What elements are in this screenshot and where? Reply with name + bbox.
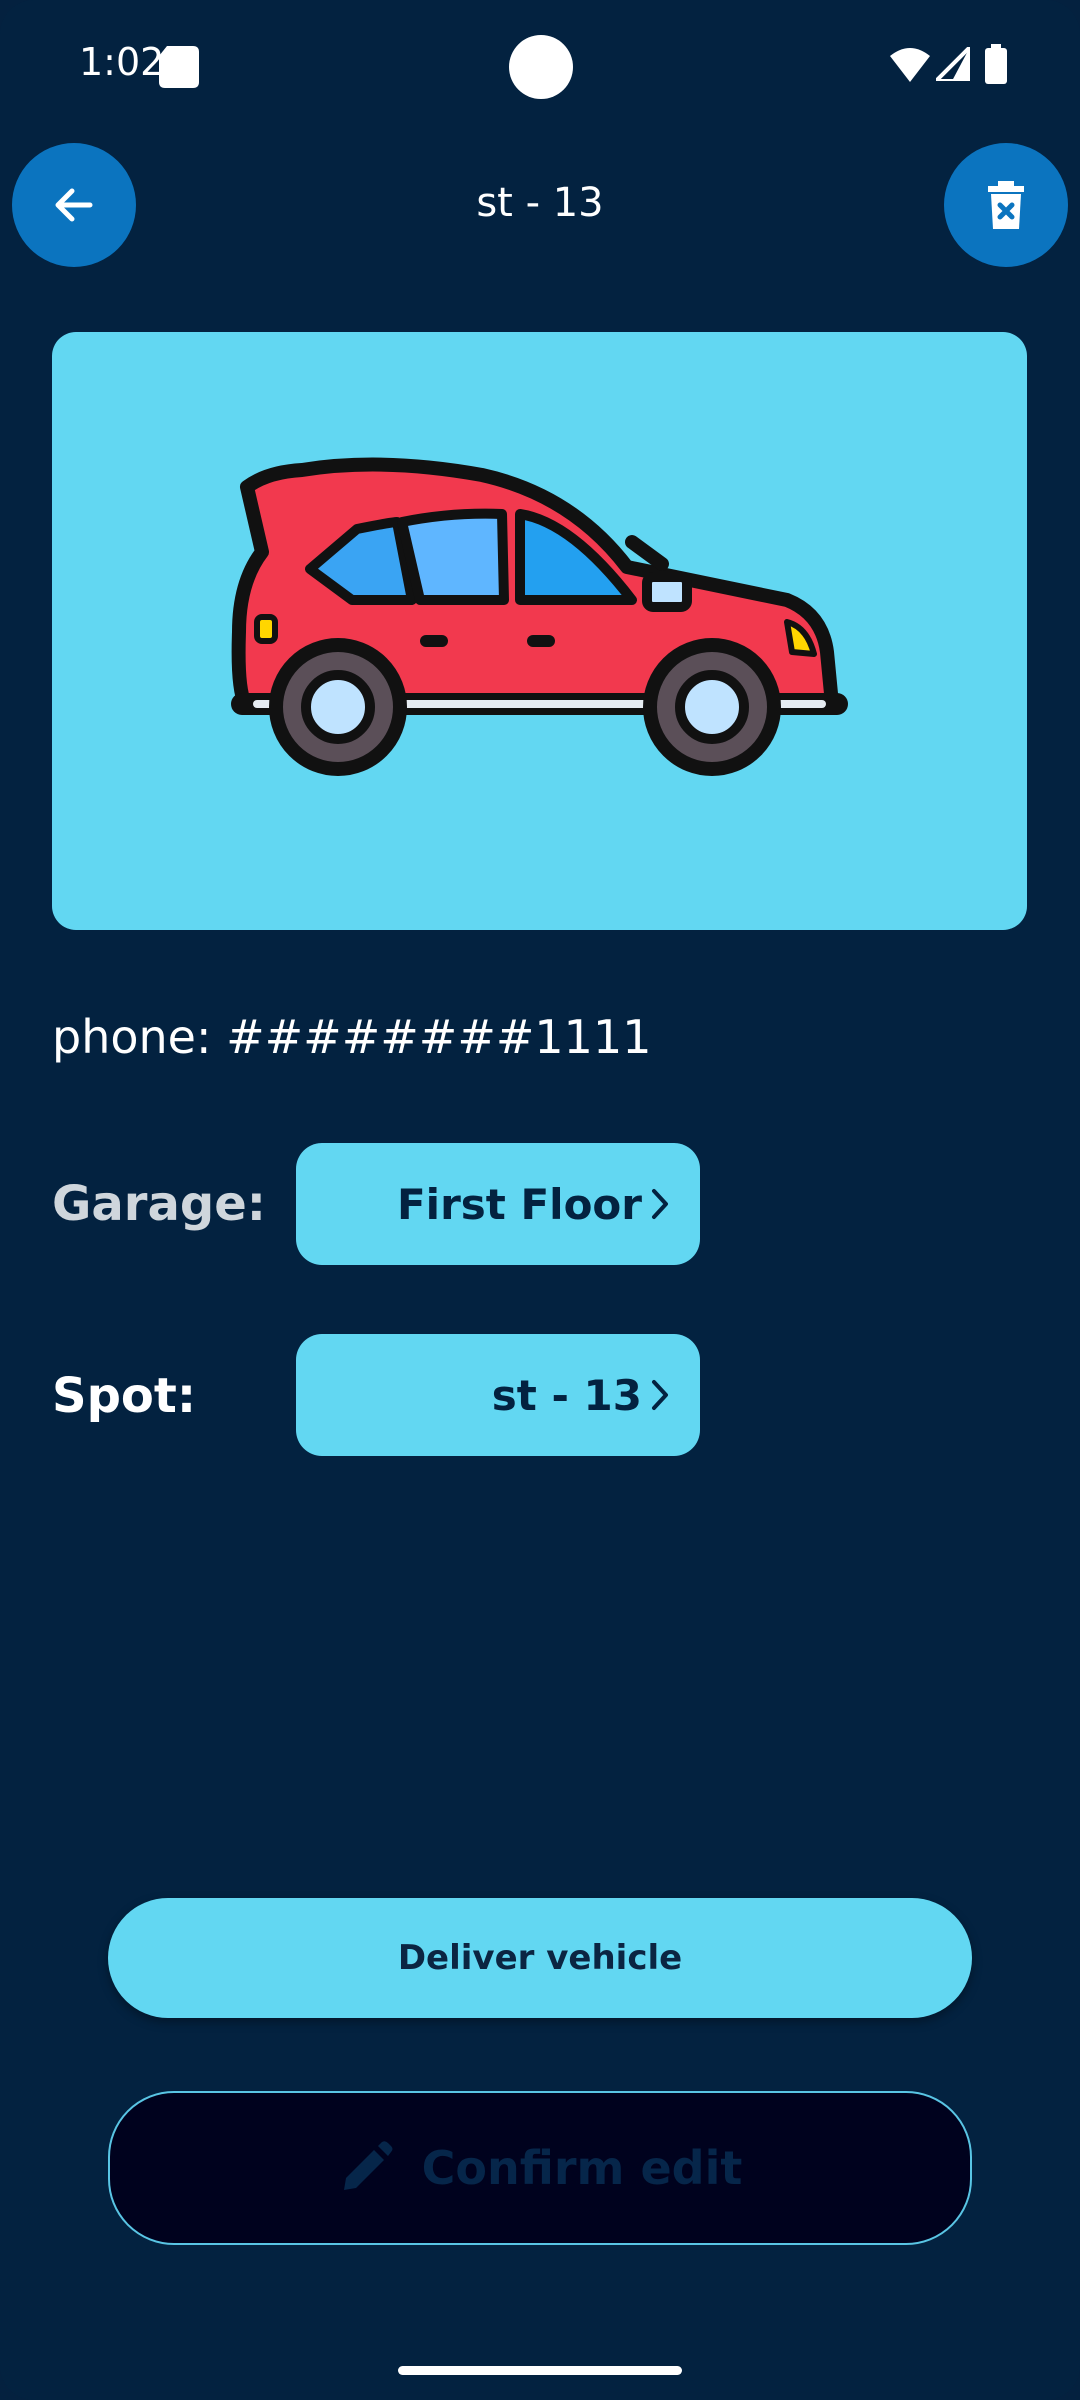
garage-value: First Floor bbox=[396, 1179, 642, 1229]
confirm-edit-button[interactable]: Confirm edit bbox=[108, 2091, 972, 2245]
spot-label: Spot: bbox=[52, 1368, 197, 1424]
app-screen: 1:02 st - 13 phone: ########1111 Garage:… bbox=[0, 0, 1080, 2400]
back-button[interactable] bbox=[12, 143, 136, 267]
signal-icon bbox=[936, 47, 970, 81]
spot-selector[interactable]: st - 13 bbox=[296, 1334, 700, 1456]
garage-selector[interactable]: First Floor bbox=[296, 1143, 700, 1265]
chevron-right-icon bbox=[650, 1379, 670, 1411]
deliver-vehicle-label: Deliver vehicle bbox=[397, 1938, 683, 1978]
garage-label: Garage: bbox=[52, 1176, 266, 1232]
car-illustration bbox=[231, 457, 848, 776]
spot-value: st - 13 bbox=[491, 1370, 642, 1420]
deliver-vehicle-button[interactable]: Deliver vehicle bbox=[108, 1898, 972, 2018]
battery-icon bbox=[985, 44, 1007, 84]
page-title: st - 13 bbox=[476, 180, 604, 226]
pencil-icon bbox=[343, 2141, 393, 2190]
wifi-icon bbox=[890, 48, 930, 82]
confirm-edit-label: Confirm edit bbox=[421, 2141, 743, 2195]
delete-button[interactable] bbox=[944, 143, 1068, 267]
arrow-left-icon bbox=[55, 188, 93, 222]
phone-text: phone: ########1111 bbox=[52, 1010, 652, 1064]
vehicle-image-card bbox=[52, 332, 1027, 930]
status-time: 1:02 bbox=[79, 40, 165, 84]
front-camera bbox=[509, 35, 573, 99]
sd-card-icon bbox=[159, 46, 199, 88]
chevron-right-icon bbox=[650, 1188, 670, 1220]
trash-x-icon bbox=[988, 181, 1024, 229]
home-indicator[interactable] bbox=[398, 2366, 682, 2375]
